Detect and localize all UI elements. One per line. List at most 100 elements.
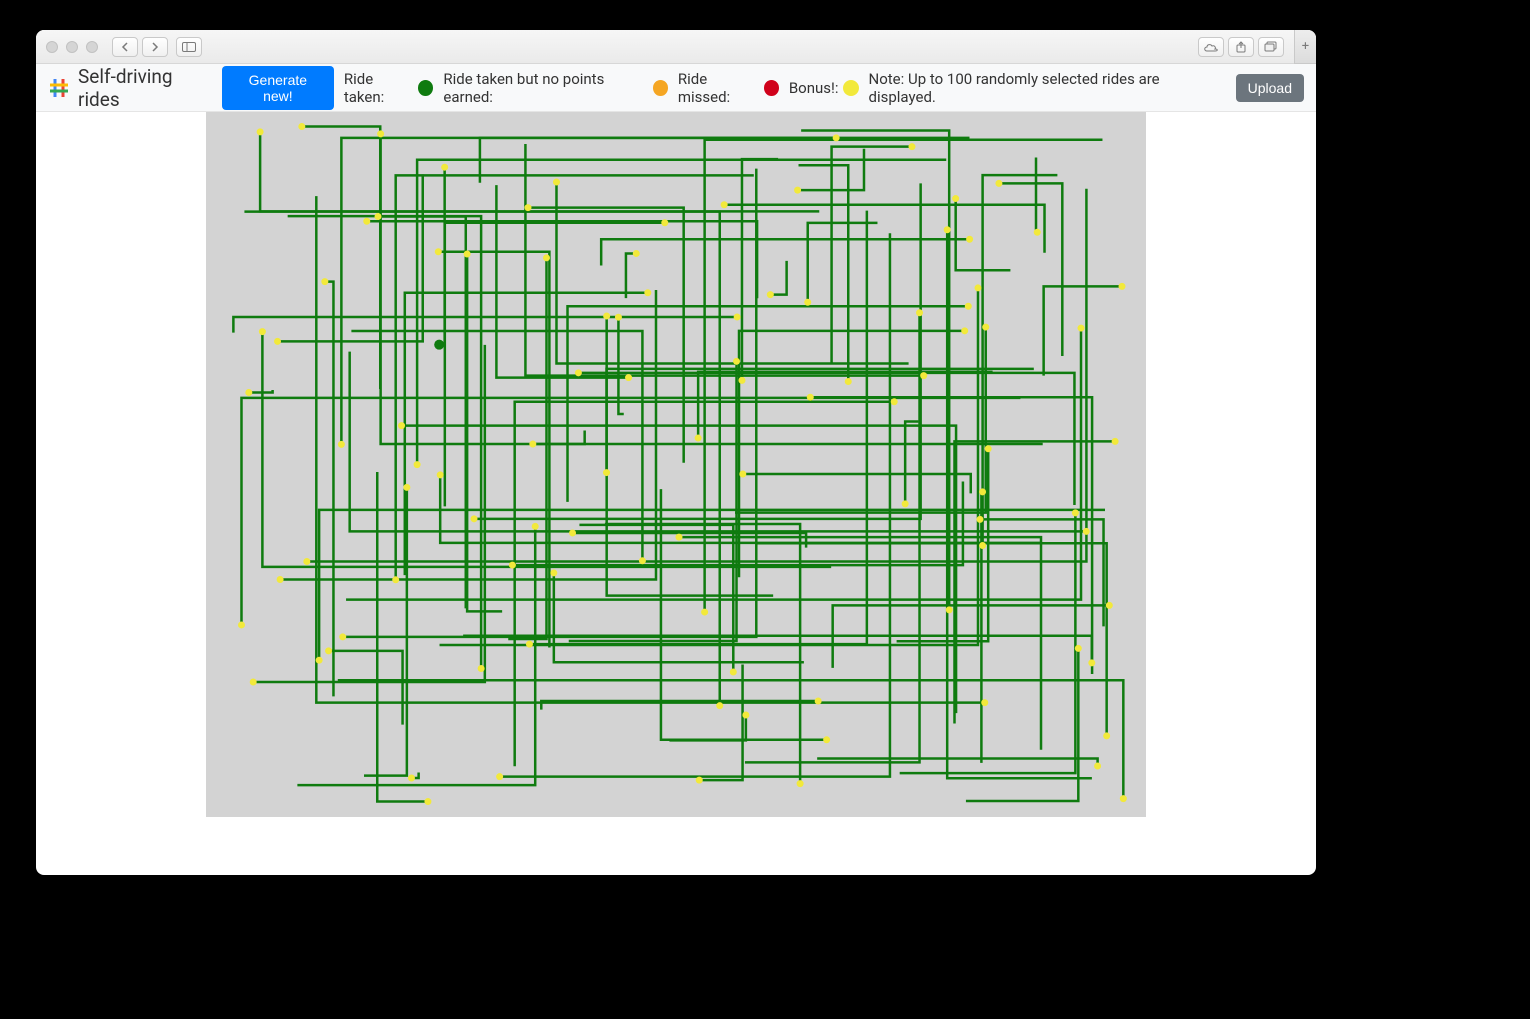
- close-icon[interactable]: [46, 41, 58, 53]
- new-tab-button[interactable]: +: [1294, 30, 1316, 64]
- bonus-dot: [1088, 659, 1095, 666]
- legend-ride-nopoints-dot: [653, 80, 668, 96]
- bonus-dot: [303, 558, 310, 565]
- bonus-dot: [1094, 763, 1101, 770]
- bonus-dot: [916, 309, 923, 316]
- ride-line: [438, 252, 549, 648]
- cloud-icon: [1203, 42, 1219, 52]
- app-brand[interactable]: Self-driving rides: [48, 65, 212, 111]
- bonus-dot: [1106, 602, 1113, 609]
- bonus-dot: [529, 441, 536, 448]
- legend-ride-taken-label: Ride taken:: [344, 70, 414, 106]
- legend-ride-missed-label: Ride missed:: [678, 70, 760, 106]
- bonus-dot: [738, 377, 745, 384]
- bonus-dot: [794, 187, 801, 194]
- bonus-dot: [979, 488, 986, 495]
- bonus-dot: [716, 702, 723, 709]
- bonus-dot: [1083, 528, 1090, 535]
- tabs-button[interactable]: [1258, 37, 1284, 57]
- bonus-dot: [675, 534, 682, 541]
- ride-line: [1036, 157, 1037, 232]
- browser-window: + Self-driving rides Generate new! Ride …: [36, 30, 1316, 875]
- legend-bonus-label: Bonus!:: [789, 79, 839, 97]
- app-title: Self-driving rides: [78, 65, 212, 111]
- ride-line: [947, 230, 1092, 779]
- bonus-dot: [965, 303, 972, 310]
- bonus-dot: [976, 516, 983, 523]
- bonus-dot: [392, 576, 399, 583]
- bonus-dot: [338, 441, 345, 448]
- minimize-icon[interactable]: [66, 41, 78, 53]
- bonus-dot: [464, 251, 471, 258]
- bonus-dot: [543, 254, 550, 261]
- bonus-dot: [979, 542, 986, 549]
- ride-line: [249, 390, 273, 392]
- bonus-dot: [615, 314, 622, 321]
- ride-line: [810, 397, 1092, 674]
- bonus-dot: [981, 699, 988, 706]
- bonus-dot: [363, 218, 370, 225]
- ride-line: [742, 159, 778, 380]
- bonus-dot: [603, 313, 610, 320]
- bonus-dot: [403, 484, 410, 491]
- bonus-dot: [985, 445, 992, 452]
- titlebar-right-group: [1198, 37, 1306, 57]
- ride-line: [533, 430, 585, 444]
- legend-ride-taken: Ride taken:: [344, 70, 434, 106]
- bonus-dot: [550, 569, 557, 576]
- bonus-dot: [908, 143, 915, 150]
- bonus-dot: [1078, 325, 1085, 332]
- bonus-dot: [974, 284, 981, 291]
- bonus-dot: [274, 338, 281, 345]
- bonus-dot: [277, 576, 284, 583]
- bonus-dot: [891, 398, 898, 405]
- ride-line: [743, 474, 971, 493]
- bonus-dot: [952, 195, 959, 202]
- zoom-icon[interactable]: [86, 41, 98, 53]
- bonus-dot: [532, 523, 539, 530]
- bonus-dot: [321, 278, 328, 285]
- bonus-dot: [408, 775, 415, 782]
- bonus-dot: [1103, 732, 1110, 739]
- app-navbar: Self-driving rides Generate new! Ride ta…: [36, 64, 1316, 112]
- bonus-dot: [845, 378, 852, 385]
- bonus-dot: [1034, 229, 1041, 236]
- bonus-dot: [250, 679, 257, 686]
- bonus-dot: [739, 471, 746, 478]
- bonus-dot: [1075, 645, 1082, 652]
- ride-line: [981, 492, 982, 763]
- hashcode-icon: [48, 77, 70, 99]
- ride-line: [607, 316, 773, 596]
- window-titlebar: +: [36, 30, 1316, 64]
- bonus-dot: [661, 219, 668, 226]
- legend-bonus: Bonus!:: [789, 79, 859, 97]
- bonus-dot: [944, 226, 951, 233]
- bonus-dot: [603, 469, 610, 476]
- cloud-button[interactable]: [1198, 37, 1224, 57]
- ride-line: [607, 369, 1034, 473]
- ride-line: [669, 715, 745, 740]
- ride-line: [758, 543, 1107, 736]
- upload-button[interactable]: Upload: [1236, 74, 1304, 102]
- content-area: [36, 112, 1316, 875]
- sidebar-toggle-button[interactable]: [176, 37, 202, 57]
- ride-line: [897, 449, 989, 641]
- share-button[interactable]: [1228, 37, 1254, 57]
- back-button[interactable]: [112, 37, 138, 57]
- ride-line: [799, 165, 849, 381]
- ride-line: [253, 345, 485, 682]
- bonus-dot: [1119, 283, 1126, 290]
- generate-button[interactable]: Generate new!: [222, 66, 334, 110]
- forward-button[interactable]: [142, 37, 168, 57]
- bonus-dot: [298, 123, 305, 130]
- bonus-dot: [823, 736, 830, 743]
- ride-line: [463, 636, 1092, 663]
- bonus-dot: [435, 248, 442, 255]
- bonus-dot: [833, 134, 840, 141]
- ride-line: [260, 132, 819, 211]
- bonus-dot: [325, 647, 332, 654]
- bonus-dot: [245, 389, 252, 396]
- bonus-dot: [259, 328, 266, 335]
- ride-line: [578, 373, 1074, 505]
- rides-svg: [206, 112, 1146, 817]
